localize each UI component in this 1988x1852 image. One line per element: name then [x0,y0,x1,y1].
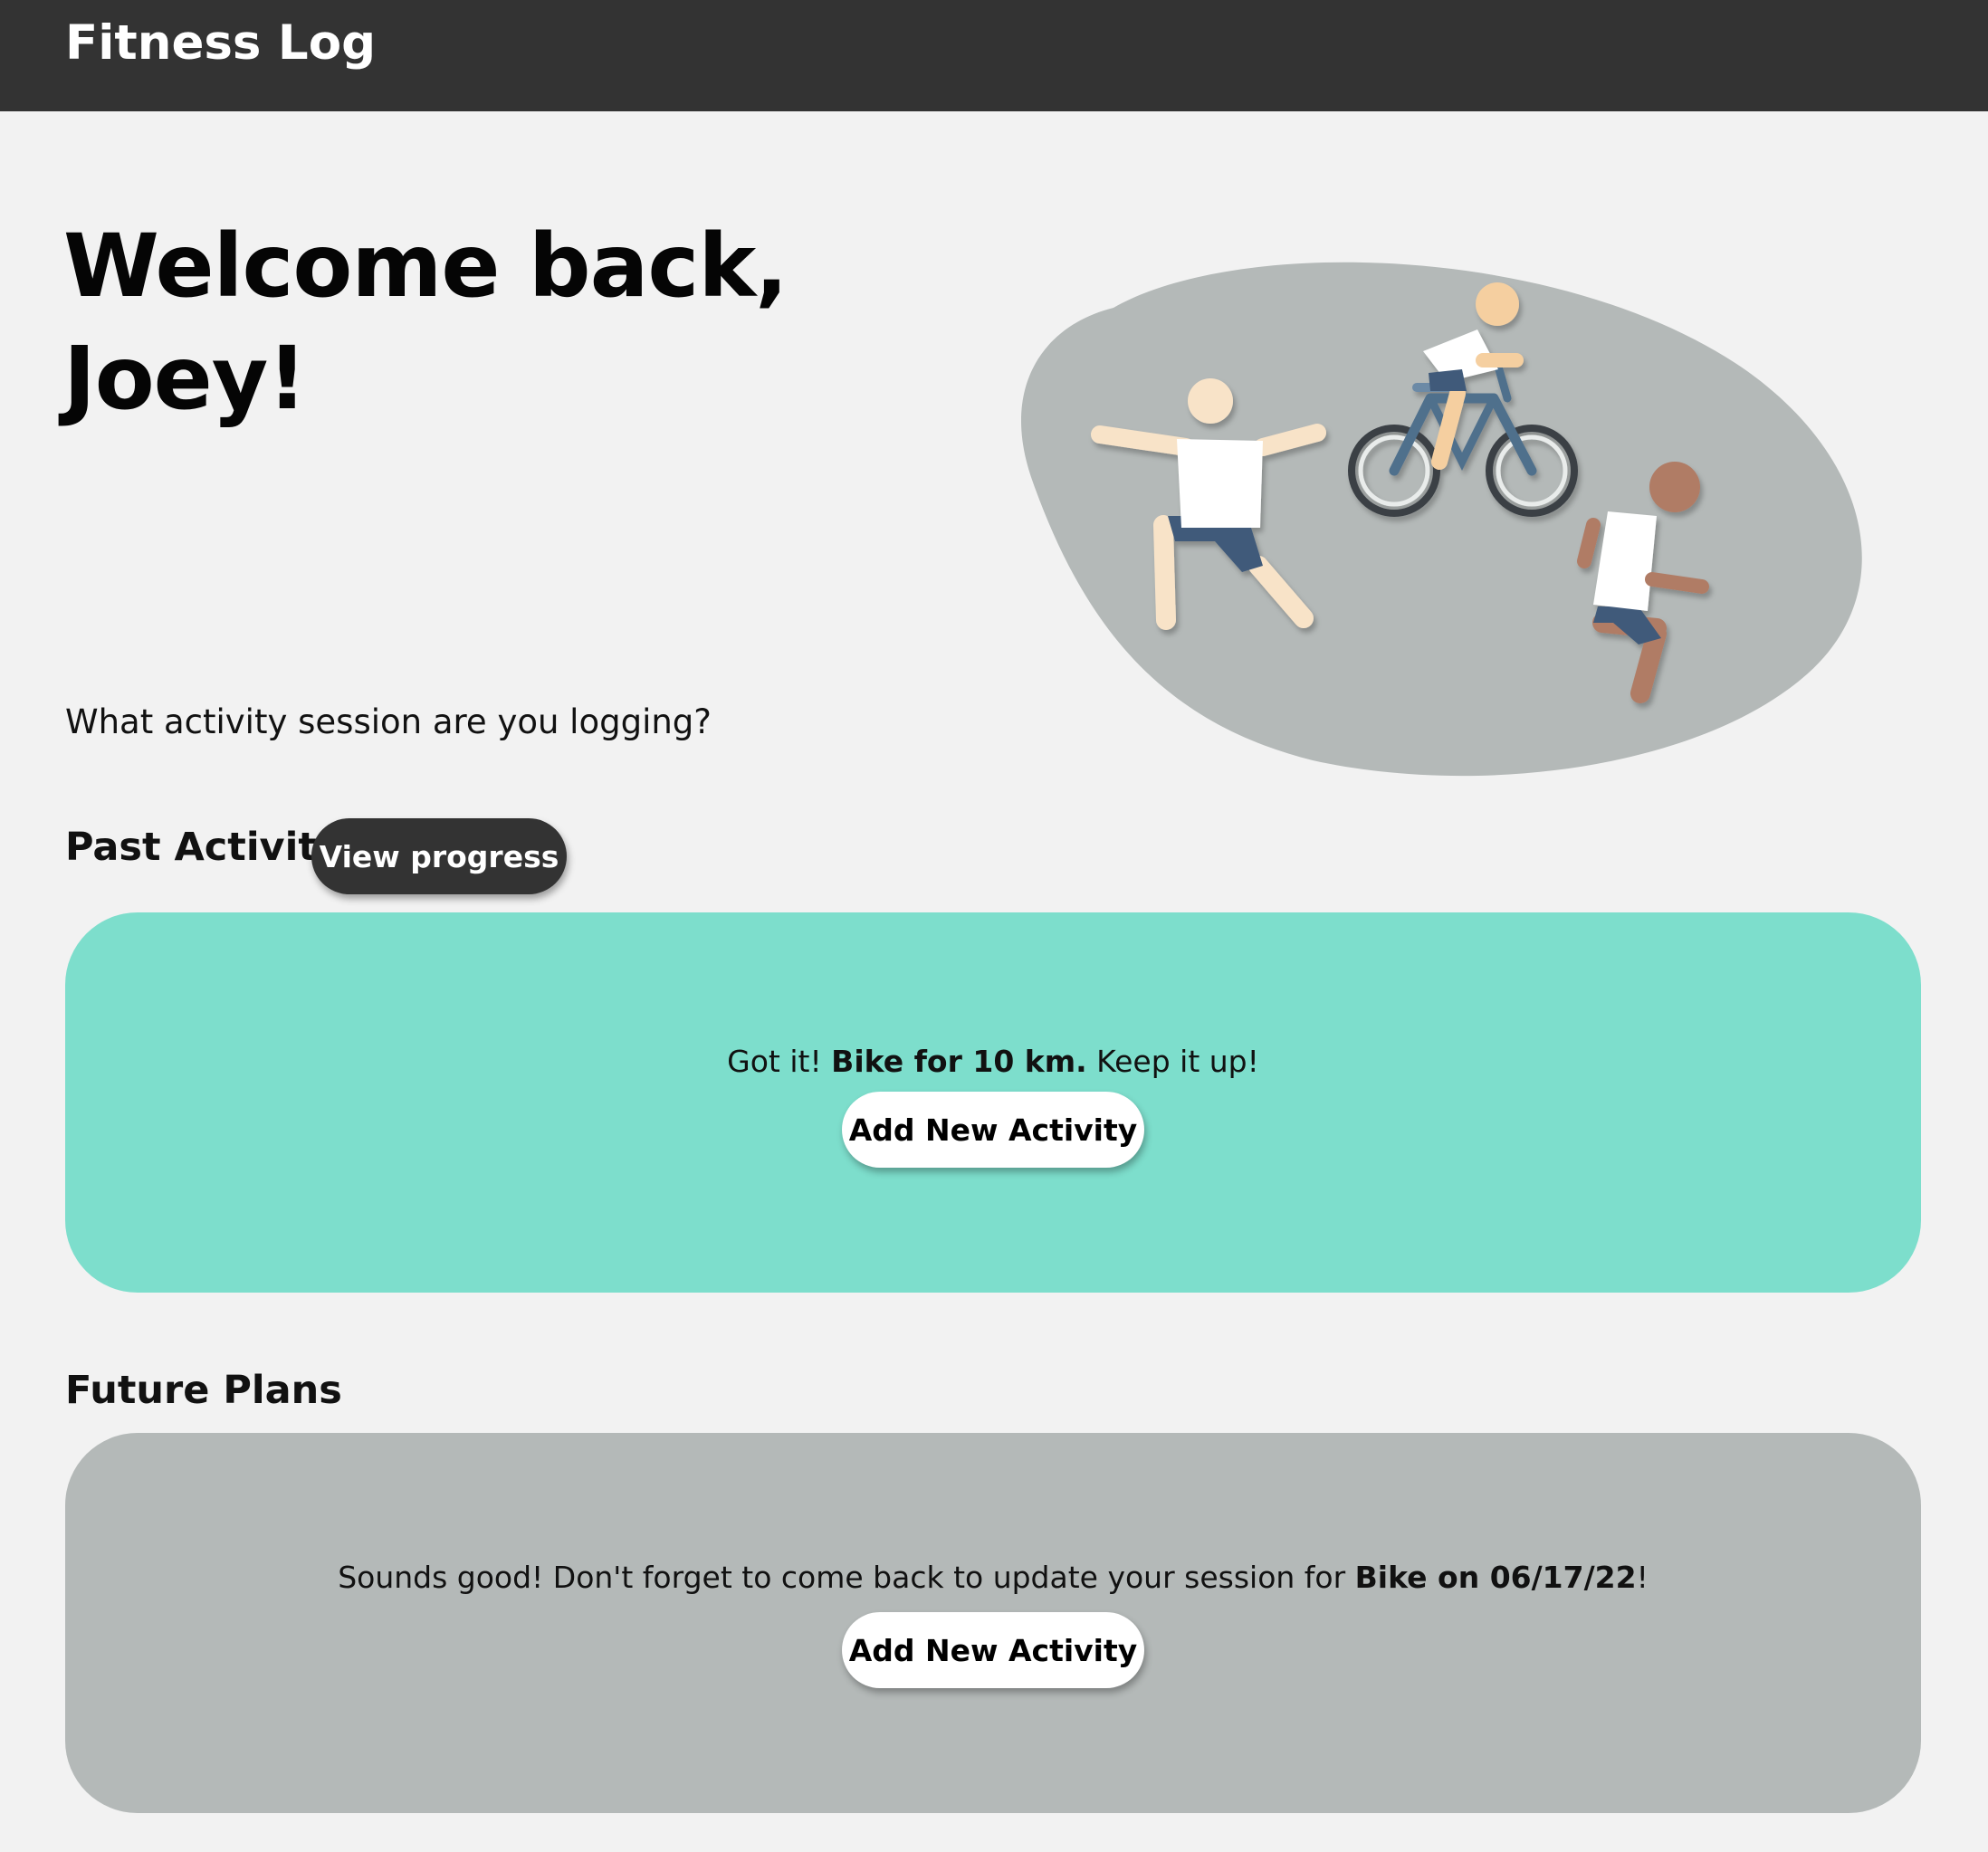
fitness-illustration [1020,262,1862,777]
welcome-line-2: Joey! [63,328,307,429]
add-future-activity-button[interactable]: Add New Activity [842,1612,1144,1688]
future-message-suffix: ! [1636,1560,1649,1595]
welcome-heading: Welcome back, Joey! [63,210,842,434]
app-title: Fitness Log [65,15,377,71]
hero-illustration [1005,253,1910,797]
past-activity-title: Past Activity [65,825,342,870]
future-plans-title: Future Plans [65,1368,342,1413]
future-message-prefix: Sounds good! Don't forget to come back t… [338,1560,1355,1595]
past-activity-message: Got it! Bike for 10 km. Keep it up! [65,1041,1921,1083]
welcome-line-1: Welcome back, [63,215,789,317]
future-message-highlight: Bike on 06/17/22 [1354,1560,1637,1595]
activity-prompt: What activity session are you logging? [65,702,712,741]
hero-blob [1020,262,1862,777]
future-plans-card: Sounds good! Don't forget to come back t… [65,1433,1921,1813]
past-activity-card: Got it! Bike for 10 km. Keep it up! Add … [65,912,1921,1293]
add-past-activity-button[interactable]: Add New Activity [842,1092,1144,1168]
past-message-suffix: Keep it up! [1086,1044,1259,1079]
view-progress-button[interactable]: View progress [311,818,567,894]
past-message-prefix: Got it! [727,1044,832,1079]
top-bar: Fitness Log [0,0,1988,111]
future-plans-message: Sounds good! Don't forget to come back t… [65,1557,1921,1599]
past-message-highlight: Bike for 10 km. [831,1044,1087,1079]
